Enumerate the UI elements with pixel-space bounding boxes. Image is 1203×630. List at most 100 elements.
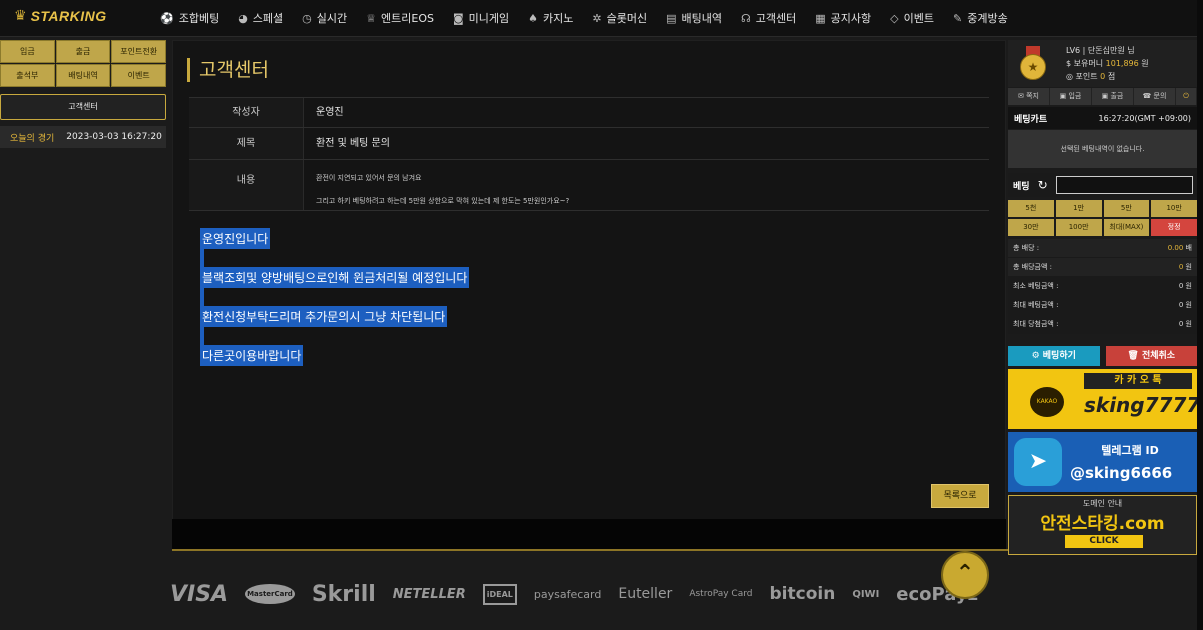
nav-item-label: 엔트리EOS [381, 12, 434, 25]
subject-row: 제목 환전 및 베팅 문의 [189, 128, 989, 160]
telegram-banner[interactable]: ➤ 텔레그램 ID @sking6666 [1008, 432, 1197, 492]
gear-icon: ✲ [592, 11, 602, 25]
nav-item[interactable]: ♕ 엔트리EOS [366, 10, 434, 26]
stat-total-amount: 총 배당금액 :0 원 [1008, 258, 1197, 277]
trophy-icon: ♕ [366, 11, 377, 25]
nav-item[interactable]: ⚽ 조합베팅 [160, 10, 219, 26]
astropay-logo: AstroPay Card [689, 589, 753, 599]
chip-10k[interactable]: 1만 [1055, 200, 1102, 217]
kakao-icon: KAKAO [1030, 387, 1064, 417]
cancel-all-button[interactable]: 🗑 전체취소 [1105, 346, 1197, 366]
nav-item[interactable]: ◕ 스페셜 [238, 10, 283, 26]
right-panel: ★ LV6 | 단돈십만원 님 $ 보유머니 101,896 원 ◎ 포인트 0… [1008, 40, 1197, 555]
clipboard-icon: ▦ [815, 11, 826, 25]
neteller-logo: NETELLER [392, 586, 466, 602]
nav-item-label: 공지사항 [830, 12, 872, 25]
nav-item-label: 조합베팅 [178, 12, 220, 25]
today-datetime: 2023-03-03 16:27:20 [66, 132, 162, 142]
main-content: 고객센터 작성자 운영진 제목 환전 및 베팅 문의 내용 환전이 지연되고 있… [172, 40, 1006, 520]
soccer-ball-icon: ⚽ [160, 11, 174, 25]
chip-1m[interactable]: 100만 [1055, 219, 1102, 236]
answer-text: 운영진입니다 블랙조회및 양방배팅으로인해 윈금처리될 예정입니다 환전신청부탁… [200, 228, 470, 366]
nav-item-label: 실시간 [316, 12, 348, 25]
betting-history-button[interactable]: 배팅내역 [55, 64, 111, 87]
inquiry-button[interactable]: ☎ 문의 [1134, 88, 1176, 105]
message-button[interactable]: ✉ 쪽지 [1008, 88, 1050, 105]
kakao-banner[interactable]: KAKAO 카 카 오 톡 sking7777 [1008, 369, 1197, 429]
nav-item[interactable]: ◇ 이벤트 [890, 10, 934, 26]
chip-5k[interactable]: 5천 [1008, 200, 1054, 217]
gamepad-icon: ◙ [452, 11, 464, 25]
answer-line: 환전신청부탁드리며 추가문의시 그냥 차단됩니다 [200, 306, 448, 327]
today-games-label: 오늘의 경기 [10, 133, 55, 144]
back-to-list-button[interactable]: 목록으로 [931, 484, 989, 508]
domain-main: 안전스타킹.com [1040, 514, 1165, 534]
subject-value: 환전 및 베팅 문의 [316, 138, 390, 149]
chip-100k[interactable]: 10만 [1151, 200, 1197, 217]
content-line: 환전이 지연되고 있어서 문의 남겨요 [316, 174, 422, 182]
scroll-top-button[interactable]: ⌃ [941, 551, 989, 599]
nav-item[interactable]: ◷ 실시간 [302, 10, 347, 26]
clock-icon: ◷ [302, 11, 312, 25]
event-button[interactable]: 이벤트 [111, 64, 166, 87]
chip-50k[interactable]: 5만 [1103, 200, 1150, 217]
withdraw-button[interactable]: ▣ 출금 [1092, 88, 1134, 105]
nav-item[interactable]: ◙ 미니게임 [453, 10, 509, 26]
logout-icon[interactable]: ⏻ [1176, 88, 1197, 105]
content-label: 내용 [189, 160, 304, 210]
deposit-button[interactable]: 입금 [0, 40, 55, 63]
nav-item[interactable]: ▤ 배팅내역 [666, 10, 722, 26]
user-info: ★ LV6 | 단돈십만원 님 $ 보유머니 101,896 원 ◎ 포인트 0… [1008, 40, 1197, 87]
ideal-logo: iDEAL [482, 583, 517, 605]
scrollbar[interactable] [1197, 0, 1203, 630]
stat-min-bet: 최소 베팅금액 :0 원 [1008, 277, 1197, 296]
place-bet-button[interactable]: ⚙ 베팅하기 [1008, 346, 1100, 366]
nav-item[interactable]: ✲ 슬롯머신 [592, 10, 647, 26]
bet-chips: 5천 1만 5만 10만 30만 100만 최대(MAX) 정정 [1008, 200, 1197, 236]
bet-amount-input[interactable] [1055, 176, 1193, 194]
author-label: 작성자 [189, 98, 304, 127]
chip-reset[interactable]: 정정 [1151, 219, 1197, 236]
telegram-icon: ➤ [1014, 438, 1062, 486]
nav-item[interactable]: ▦ 공지사항 [815, 10, 871, 26]
domain-banner[interactable]: 도메인 안내 안전스타킹.com CLICK [1008, 495, 1197, 555]
bet-label: 베팅 [1013, 181, 1030, 192]
left-sidebar: 입금 출금 포인트전환 출석부 배팅내역 이벤트 고객센터 오늘의 경기 202… [0, 40, 166, 148]
chip-max[interactable]: 최대(MAX) [1103, 219, 1150, 236]
clock-text: 16:27:20(GMT +09:00) [1098, 113, 1191, 123]
refresh-icon[interactable]: ↻ [1038, 178, 1048, 192]
main-footer [172, 519, 1006, 549]
page-title: 고객센터 [187, 58, 269, 82]
nav-item-label: 카지노 [543, 12, 574, 25]
logo[interactable]: ♛ STARKING [14, 8, 107, 24]
edit-icon: ✎ [953, 11, 963, 25]
nav-item-label: 이벤트 [903, 12, 934, 25]
payment-logos: VISA MasterCard Skrill NETELLER iDEAL pa… [170, 580, 1010, 608]
nav-item-label: 스페셜 [252, 12, 284, 25]
bet-actions: ⚙ 베팅하기 🗑 전체취소 [1008, 346, 1197, 366]
today-games[interactable]: 오늘의 경기 2023-03-03 16:27:20 [0, 126, 166, 148]
nav-item[interactable]: ☊ 고객센터 [741, 10, 796, 26]
paysafecard-logo: paysafecard [533, 587, 602, 601]
deposit-button[interactable]: ▣ 입금 [1050, 88, 1092, 105]
chip-300k[interactable]: 30만 [1008, 219, 1054, 236]
betting-cart-header: 베팅카트 16:27:20(GMT +09:00) [1008, 107, 1197, 129]
empty-cart-message: 선택된 베팅내역이 없습니다. [1008, 130, 1197, 168]
nav-item[interactable]: ♠ 카지노 [528, 10, 573, 26]
quick-buttons: 입금 출금 포인트전환 출석부 배팅내역 이벤트 [0, 40, 166, 87]
user-money: $ 보유머니 101,896 원 [1066, 59, 1149, 68]
withdraw-button[interactable]: 출금 [55, 40, 111, 63]
skrill-logo: Skrill [311, 581, 376, 607]
attendance-button[interactable]: 출석부 [0, 64, 55, 87]
user-points: ◎ 포인트 0 점 [1066, 72, 1116, 81]
euteller-logo: Euteller [618, 586, 673, 602]
stat-total-odds: 총 배당 :0.00 배 [1008, 239, 1197, 258]
telegram-handle: @sking6666 [1070, 464, 1173, 482]
point-convert-button[interactable]: 포인트전환 [111, 40, 166, 63]
author-value: 운영진 [316, 107, 344, 118]
nav-item[interactable]: ✎ 중계방송 [953, 10, 1008, 26]
nav-item-label: 미니게임 [468, 12, 510, 25]
kakao-title: 카 카 오 톡 [1084, 373, 1192, 389]
nav-item-label: 중계방송 [967, 12, 1008, 25]
customer-center-button[interactable]: 고객센터 [0, 94, 166, 120]
